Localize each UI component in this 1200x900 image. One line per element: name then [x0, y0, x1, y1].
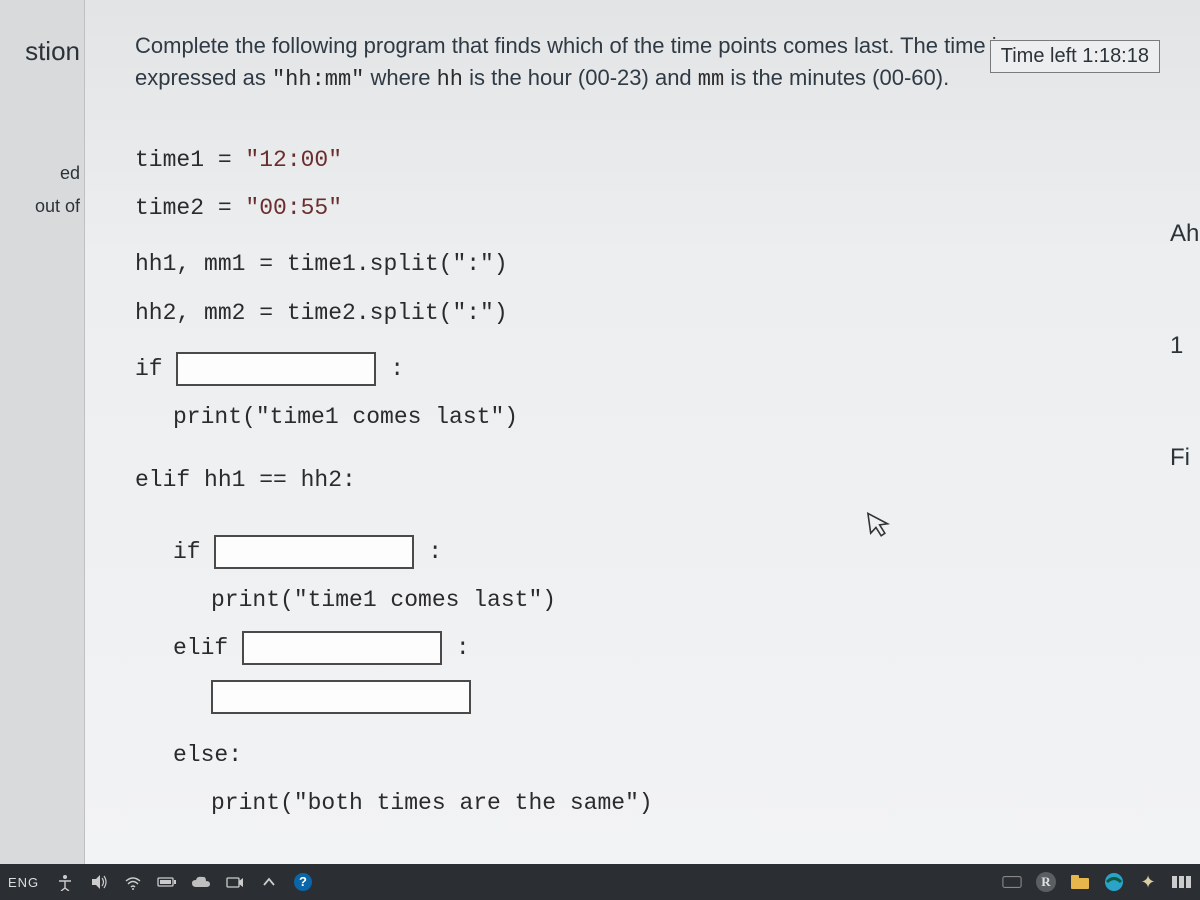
code-line-11 [135, 673, 1190, 721]
blank-input-2[interactable] [214, 535, 414, 569]
task-view-icon[interactable] [1172, 872, 1192, 892]
right-frag-2: 1 [1170, 332, 1200, 360]
question-prompt: Complete the following program that find… [135, 30, 1115, 96]
colon-3: : [456, 635, 470, 661]
cloud-icon[interactable] [191, 872, 211, 892]
code-l2a: time2 = [135, 195, 245, 221]
code-elif2: elif [173, 635, 242, 661]
prompt-code1: "hh:mm" [272, 67, 364, 92]
code-line-5: if : [135, 345, 1190, 393]
taskbar-lang[interactable]: ENG [8, 875, 39, 890]
right-frag-1: Ah [1170, 220, 1200, 248]
prompt-code2: hh [437, 67, 463, 92]
code-line-1: time1 = "12:00" [135, 136, 1190, 184]
code-block: time1 = "12:00" time2 = "00:55" hh1, mm1… [135, 136, 1190, 900]
code-line-3: hh1, mm1 = time1.split(":") [135, 240, 1190, 288]
battery-icon[interactable] [157, 872, 177, 892]
code-line-10: elif : [135, 624, 1190, 672]
code-line-2: time2 = "00:55" [135, 184, 1190, 232]
speaker-icon[interactable] [89, 872, 109, 892]
code-line-13: print("both times are the same") [135, 779, 1190, 827]
code-line-12: else: [135, 731, 1190, 779]
prompt-part3: is the hour (00-23) and [469, 65, 698, 90]
code-l1a: time1 = [135, 147, 245, 173]
code-l2b: "00:55" [245, 195, 342, 221]
right-frag-3: Fi [1170, 444, 1200, 472]
accessibility-icon[interactable] [55, 872, 75, 892]
question-content: Time left 1:18:18 Complete the following… [85, 0, 1200, 864]
code-line-9: print("time1 comes last") [135, 576, 1190, 624]
wifi-icon[interactable] [123, 872, 143, 892]
sidebar-fragment-outof: out of [0, 190, 84, 223]
blank-input-4[interactable] [211, 680, 471, 714]
code-line-4: hh2, mm2 = time2.split(":") [135, 289, 1190, 337]
code-line-8: if : [135, 528, 1190, 576]
prompt-code3: mm [698, 67, 724, 92]
star-app-icon[interactable]: ✦ [1138, 872, 1158, 892]
timer-text: Time left 1:18:18 [1001, 45, 1149, 67]
blank-input-3[interactable] [242, 631, 442, 665]
sidebar-fragment-question: stion [0, 30, 84, 73]
question-sidebar: stion ed out of [0, 0, 85, 900]
code-line-7: elif hh1 == hh2: [135, 456, 1190, 504]
file-explorer-icon[interactable] [1070, 872, 1090, 892]
browser-icon[interactable] [1104, 872, 1124, 892]
help-icon[interactable]: ? [293, 872, 313, 892]
code-if1: if [135, 356, 176, 382]
keyboard-icon[interactable] [1002, 872, 1022, 892]
code-line-6: print("time1 comes last") [135, 393, 1190, 441]
colon-1: : [390, 356, 404, 382]
prompt-part4: is the minutes (00-60). [730, 65, 949, 90]
sidebar-fragment-marked: ed [0, 73, 84, 190]
r-app-icon[interactable]: R [1036, 872, 1056, 892]
cursor-icon [866, 509, 893, 547]
blank-input-1[interactable] [176, 352, 376, 386]
colon-2: : [428, 539, 442, 565]
chevron-up-icon[interactable] [259, 872, 279, 892]
camera-icon[interactable] [225, 872, 245, 892]
code-if2: if [173, 539, 214, 565]
prompt-part2: where [371, 65, 437, 90]
right-edge-fragments: Ah 1 Fi [1170, 220, 1200, 556]
svg-text:?: ? [299, 874, 307, 889]
timer-badge: Time left 1:18:18 [990, 40, 1160, 73]
taskbar: ENG ? R ✦ [0, 864, 1200, 900]
code-l1b: "12:00" [245, 147, 342, 173]
